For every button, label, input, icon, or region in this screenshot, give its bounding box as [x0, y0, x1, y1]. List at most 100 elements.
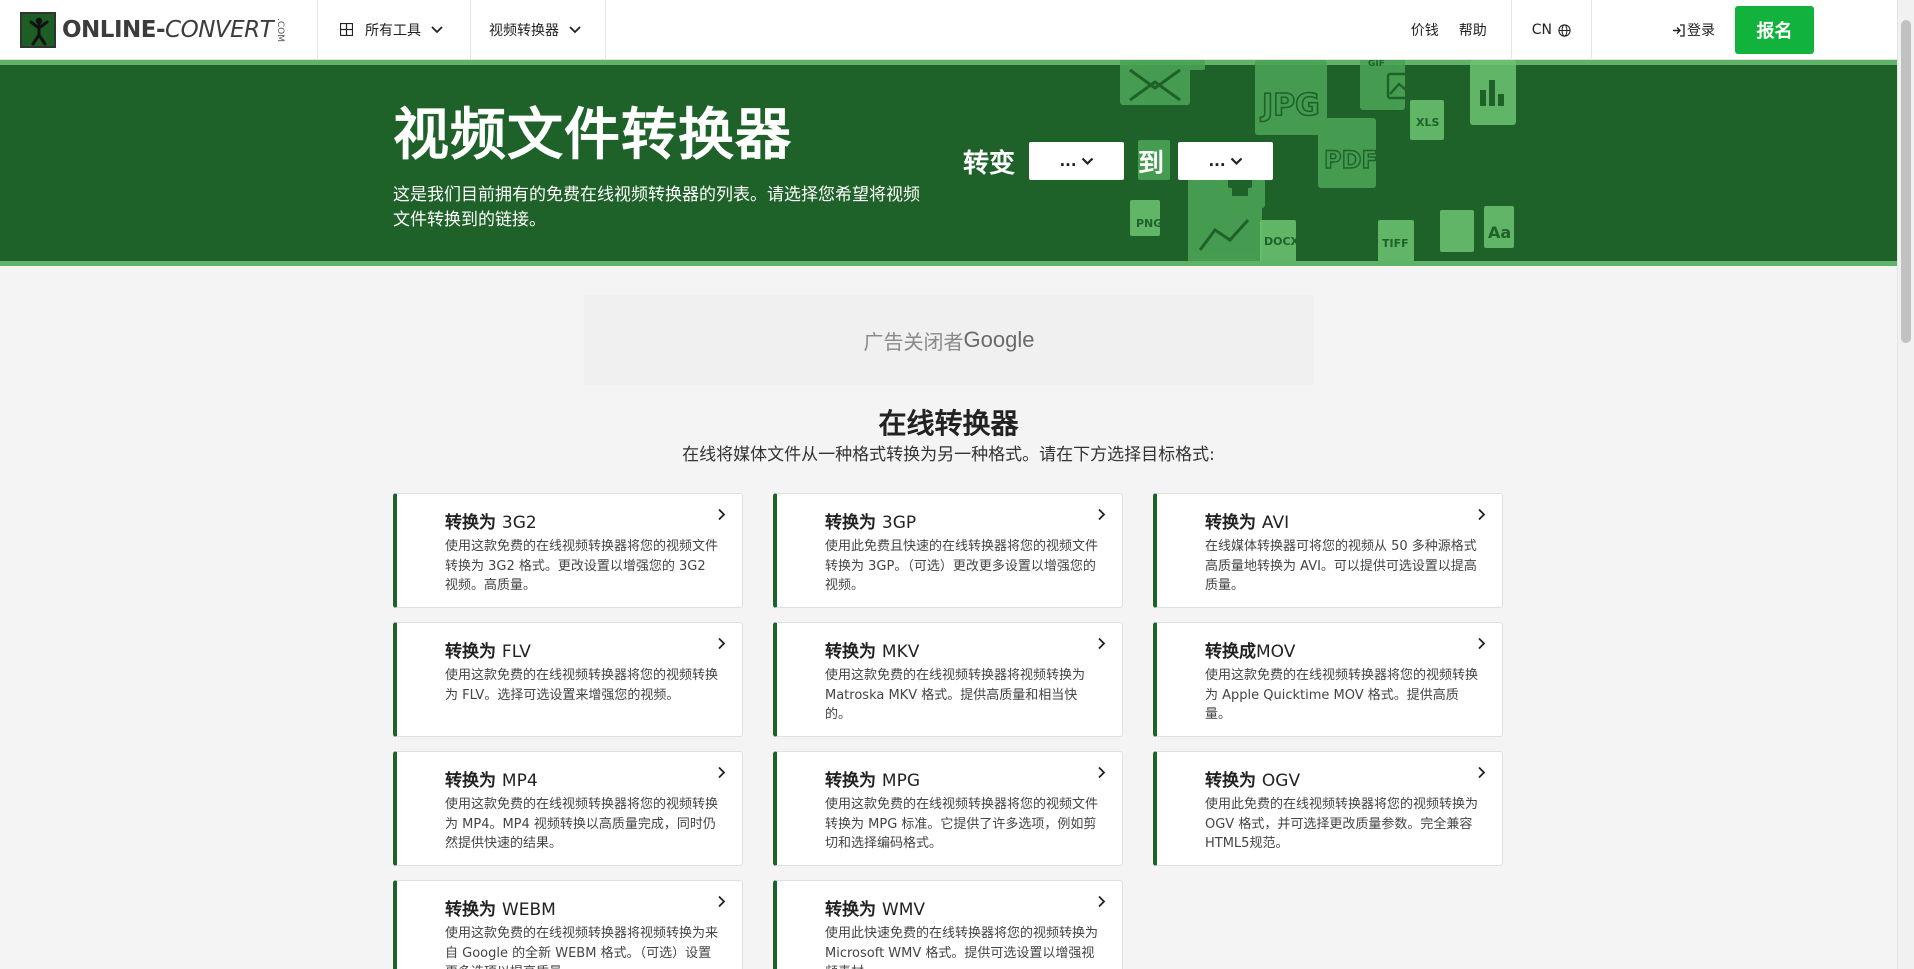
card-title-format: 3G2 [501, 513, 537, 533]
card-title: 转换为 MKV [825, 637, 1098, 662]
login-label: 登录 [1687, 23, 1715, 39]
language-label: CN [1531, 22, 1552, 38]
gif-file-label: GIF [1368, 60, 1385, 69]
converter-card-mkv[interactable]: 转换为 MKV 使用这款免费的在线视频转换器将视频转换为 Matroska MKV… [773, 622, 1123, 737]
chevron-right-icon [718, 895, 726, 908]
ad-placeholder: 广告关闭者 Google [584, 295, 1314, 385]
chevron-down-icon [1081, 157, 1093, 165]
target-format-value: ... [1208, 152, 1226, 170]
source-format-value: ... [1059, 152, 1077, 170]
converter-card-flv[interactable]: 转换为 FLV 使用这款免费的在线视频转换器将您的视频转换为 FLV。选择可选设置… [393, 622, 743, 737]
section-subtitle: 在线将媒体文件从一种格式转换为另一种格式。请在下方选择目标格式: [682, 445, 1215, 465]
card-title-prefix: 转换为 [825, 771, 876, 791]
converter-card-webm[interactable]: 转换为 WEBM 使用这款免费的在线视频转换器将视频转换为来自 Google 的全… [393, 880, 743, 969]
card-title-format: MPG [881, 771, 921, 791]
converter-card-wmv[interactable]: 转换为 WMV 使用此快速免费的在线转换器将您的视频转换为 Microsoft W… [773, 880, 1123, 969]
brand-name: ONLINE-CONVERT [62, 16, 274, 43]
card-title: 转换为 WMV [825, 895, 1098, 920]
brand-suffix: .COM [275, 17, 286, 42]
chevron-right-icon [1478, 637, 1486, 650]
all-tools-label: 所有工具 [365, 22, 421, 39]
card-description: 在线媒体转换器可将您的视频从 50 多种源格式高质量地转换为 AVI。可以提供可… [1205, 539, 1477, 593]
card-title-prefix: 转换为 [445, 771, 496, 791]
hero-bottom-stripe [0, 261, 1897, 266]
jpg-file-label: JPG [1260, 88, 1320, 123]
target-format-select[interactable]: ... [1178, 142, 1274, 180]
format-converter-widget: 转变 ... 到 ... [963, 142, 1287, 180]
chevron-right-icon [718, 637, 726, 650]
card-title-format: WMV [881, 900, 926, 920]
card-title: 转换成MOV [1205, 637, 1478, 662]
xls-file-label: XLS [1416, 116, 1439, 129]
convert-label: 转变 [963, 148, 1016, 179]
brand-name-part1: ONLINE- [62, 16, 166, 43]
chevron-right-icon [1098, 895, 1106, 908]
card-title: 转换为 MP4 [445, 766, 718, 791]
brand-logo[interactable]: ONLINE-CONVERT .COM [0, 0, 318, 59]
video-converter-label: 视频转换器 [489, 22, 559, 39]
card-description: 使用这款免费的在线视频转换器将视频转换为来自 Google 的全新 WEBM 格… [445, 926, 719, 969]
chevron-right-icon [1098, 508, 1106, 521]
card-title-format: MOV [1256, 642, 1296, 662]
chevron-down-icon [569, 25, 581, 33]
card-title-prefix: 转换为 [445, 900, 496, 920]
video-converter-dropdown[interactable]: 视频转换器 [471, 0, 606, 59]
card-description: 使用这款免费的在线视频转换器将您的视频文件转换为 3G2 格式。更改设置以增强您… [445, 539, 719, 593]
card-title-prefix: 转换为 [825, 642, 876, 662]
chevron-right-icon [1098, 766, 1106, 779]
language-selector[interactable]: CN [1510, 0, 1592, 60]
card-title: 转换为 WEBM [445, 895, 718, 920]
pricing-link[interactable]: 价钱 [1411, 20, 1439, 40]
login-arrow-icon [1673, 23, 1685, 37]
card-title-prefix: 转换为 [1205, 771, 1256, 791]
all-tools-dropdown[interactable]: 所有工具 [318, 0, 471, 59]
card-title: 转换为 MPG [825, 766, 1098, 791]
card-title-format: FLV [501, 642, 531, 662]
card-title: 转换为 AVI [1205, 508, 1478, 533]
converter-card-ogv[interactable]: 转换为 OGV 使用此免费的在线视频转换器将您的视频转换为 OGV 格式，并可选择… [1153, 751, 1503, 866]
card-title-format: MKV [881, 642, 920, 662]
chevron-right-icon [718, 766, 726, 779]
docx-file-label: DOCX [1264, 235, 1300, 248]
card-description: 使用此免费且快速的在线转换器将您的视频文件转换为 3GP。（可选）更改更多设置以… [825, 539, 1099, 593]
card-title: 转换为 FLV [445, 637, 718, 662]
card-title-prefix: 转换为 [1205, 513, 1256, 533]
card-title: 转换为 3GP [825, 508, 1098, 533]
converter-card-avi[interactable]: 转换为 AVI 在线媒体转换器可将您的视频从 50 多种源格式高质量地转换为 AV… [1153, 493, 1503, 608]
grid-icon [340, 23, 353, 36]
card-title-format: WEBM [501, 900, 556, 920]
card-title-prefix: 转换为 [825, 513, 876, 533]
brand-name-part2: CONVERT [165, 16, 274, 43]
signup-button[interactable]: 报名 [1735, 6, 1814, 54]
source-format-select[interactable]: ... [1029, 142, 1125, 180]
card-title-format: OGV [1261, 771, 1301, 791]
converter-card-mov[interactable]: 转换成MOV 使用这款免费的在线视频转换器将您的视频转换为 Apple Quick… [1153, 622, 1503, 737]
converter-card-grid: 转换为 3G2 使用这款免费的在线视频转换器将您的视频文件转换为 3G2 格式。更… [393, 493, 1503, 969]
chevron-right-icon [1478, 508, 1486, 521]
card-title-format: 3GP [881, 513, 917, 533]
converter-card-mp4[interactable]: 转换为 MP4 使用这款免费的在线视频转换器将您的视频转换为 MP4。MP4 视频… [393, 751, 743, 866]
card-title-format: AVI [1261, 513, 1290, 533]
card-title-prefix: 转换为 [445, 642, 496, 662]
text-file-label: Aa [1488, 223, 1511, 242]
chevron-right-icon [718, 508, 726, 521]
page-scrollbar[interactable] [1897, 0, 1914, 969]
card-description: 使用这款免费的在线视频转换器将您的视频转换为 FLV。选择可选设置来增强您的视频… [445, 668, 719, 703]
page-title: 视频文件转换器 [393, 103, 792, 168]
card-description: 使用这款免费的在线视频转换器将您的视频转换为 Apple Quicktime M… [1205, 668, 1479, 722]
converter-card-3gp[interactable]: 转换为 3GP 使用此免费且快速的在线转换器将您的视频文件转换为 3GP。（可选）… [773, 493, 1123, 608]
converter-card-3g2[interactable]: 转换为 3G2 使用这款免费的在线视频转换器将您的视频文件转换为 3G2 格式。更… [393, 493, 743, 608]
png-file-label: PNG [1136, 217, 1162, 230]
globe-icon [1558, 23, 1571, 37]
converter-card-mpg[interactable]: 转换为 MPG 使用这款免费的在线视频转换器将您的视频文件转换为 MPG 标准。它… [773, 751, 1123, 866]
scrollbar-thumb[interactable] [1901, 20, 1911, 343]
login-link[interactable]: 登录 [1672, 20, 1715, 40]
page-description: 这是我们目前拥有的免费在线视频转换器的列表。请选择您希望将视频文件转换到的链接。 [393, 185, 920, 230]
to-label: 到 [1138, 148, 1165, 179]
card-description: 使用这款免费的在线视频转换器将您的视频转换为 MP4。MP4 视频转换以高质量完… [445, 797, 719, 851]
chevron-down-icon [1230, 157, 1242, 165]
ad-closed-label: 广告关闭者 [863, 329, 964, 354]
card-title-prefix: 转换为 [825, 900, 876, 920]
card-title-format: MP4 [501, 771, 538, 791]
help-link[interactable]: 帮助 [1459, 20, 1487, 40]
